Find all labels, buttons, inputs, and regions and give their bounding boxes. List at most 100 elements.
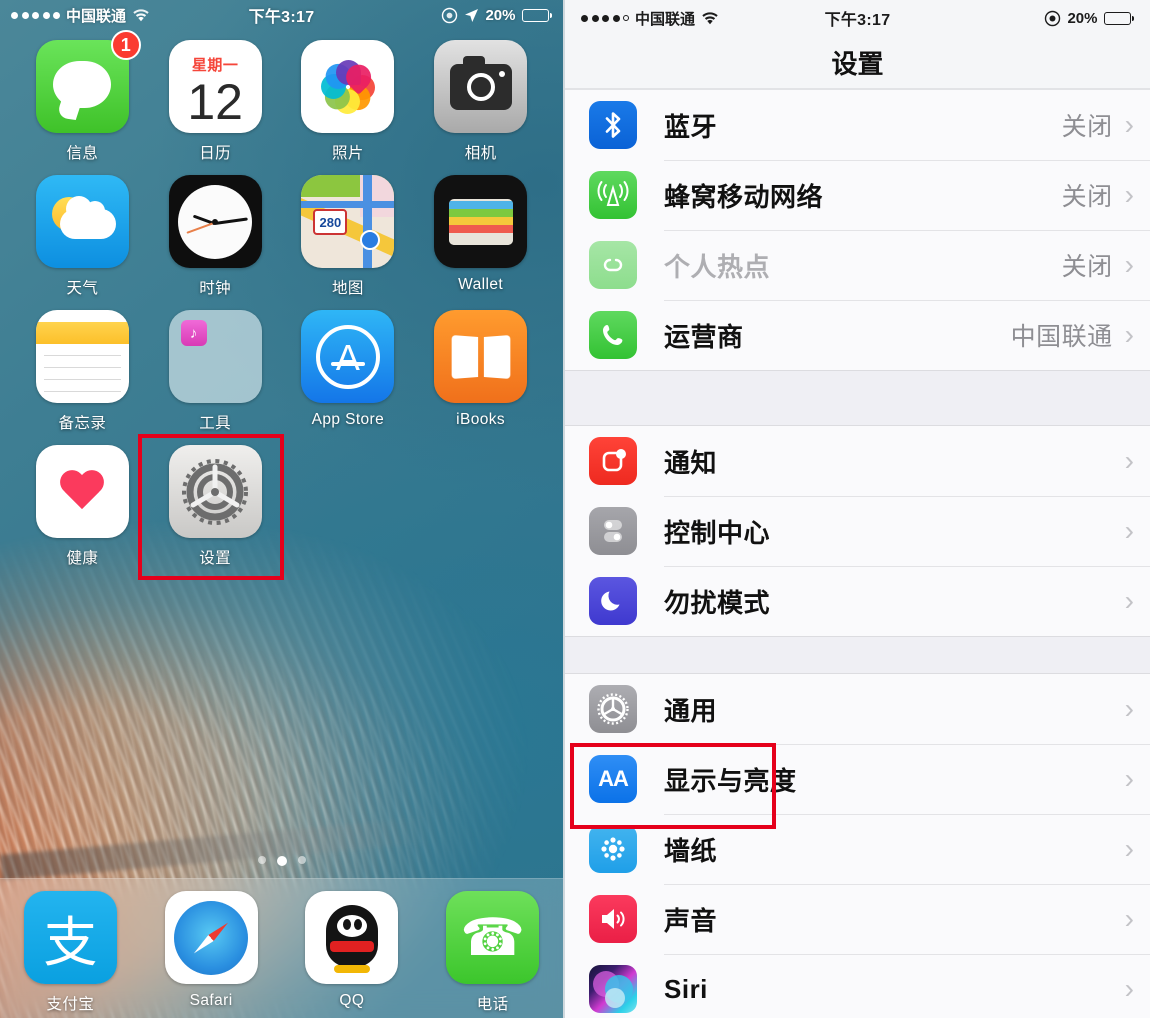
carrier-label: 中国联通 bbox=[66, 7, 127, 25]
settings-status-bar-right: 20% bbox=[1044, 10, 1134, 27]
app-label-health: 健康 bbox=[66, 550, 99, 567]
folder-icon[interactable]: ♪ bbox=[168, 310, 262, 403]
settings-row-hotspot[interactable]: 个人热点 关闭 › bbox=[565, 230, 1150, 300]
settings-group-separator-2 bbox=[565, 636, 1150, 674]
dock-app-safari[interactable]: Safari bbox=[164, 891, 258, 1012]
settings-row-siri[interactable]: Siri › bbox=[565, 954, 1150, 1018]
settings-row-carrier[interactable]: 运营商 中国联通 › bbox=[565, 300, 1150, 370]
appstore-icon[interactable]: A bbox=[301, 310, 395, 403]
iphone-home-screen: 中国联通 下午3:17 20% 1 信息 星期一 12 日历 照片 相机 天气 … bbox=[0, 0, 563, 1018]
settings-row-cellular[interactable]: 蜂窝移动网络 关闭 › bbox=[565, 160, 1150, 230]
settings-row-bluetooth[interactable]: 蓝牙 关闭 › bbox=[565, 90, 1150, 160]
settings-row-display-brightness[interactable]: AA 显示与亮度 › bbox=[565, 744, 1150, 814]
battery-icon bbox=[521, 8, 552, 22]
ibooks-icon[interactable] bbox=[434, 310, 528, 403]
app-wallet[interactable]: Wallet bbox=[414, 171, 547, 300]
calendar-day: 12 bbox=[187, 74, 243, 130]
maps-icon[interactable]: 280 bbox=[301, 175, 395, 268]
app-label-camera: 相机 bbox=[464, 145, 497, 162]
app-label-messages: 信息 bbox=[66, 145, 99, 162]
photos-flower bbox=[316, 55, 380, 119]
app-maps[interactable]: 280 地图 bbox=[282, 171, 415, 300]
app-ibooks[interactable]: iBooks bbox=[414, 306, 547, 435]
settings-value-bluetooth: 关闭 bbox=[1061, 113, 1113, 141]
dock-app-phone[interactable]: ☎ 电话 bbox=[446, 891, 540, 1016]
notifications-icon bbox=[589, 437, 637, 485]
chevron-right-icon: › bbox=[1124, 515, 1134, 546]
app-notes[interactable]: 备忘录 bbox=[16, 306, 149, 435]
dock-app-qq[interactable]: QQ bbox=[305, 891, 399, 1012]
notes-icon[interactable] bbox=[35, 310, 129, 403]
app-appstore[interactable]: A App Store bbox=[282, 306, 415, 435]
clock-icon[interactable] bbox=[168, 175, 262, 268]
chevron-right-icon: › bbox=[1124, 179, 1134, 210]
settings-gear-icon[interactable] bbox=[168, 445, 262, 538]
settings-list[interactable]: 蓝牙 关闭 › 蜂窝移动网络 关闭 › 个人热点 关闭 › 运营商 中国联通 ›… bbox=[565, 90, 1150, 1018]
app-label-alipay: 支付宝 bbox=[46, 996, 95, 1013]
app-clock[interactable]: 时钟 bbox=[149, 171, 282, 300]
page-indicator-dots bbox=[0, 856, 563, 866]
chevron-right-icon: › bbox=[1124, 973, 1134, 1004]
settings-row-general[interactable]: 通用 › bbox=[565, 674, 1150, 744]
home-app-grid: 1 信息 星期一 12 日历 照片 相机 天气 时钟 280 地图 Wallet… bbox=[0, 30, 563, 570]
settings-value-cellular: 关闭 bbox=[1061, 183, 1113, 211]
alipay-icon[interactable]: 支 bbox=[23, 891, 117, 984]
app-label-phone: 电话 bbox=[476, 996, 509, 1013]
dual-panel-screenshot: 中国联通 下午3:17 20% 1 信息 星期一 12 日历 照片 相机 天气 … bbox=[0, 0, 1150, 1018]
calendar-icon[interactable]: 星期一 12 bbox=[168, 40, 262, 133]
app-photos[interactable]: 照片 bbox=[282, 36, 415, 165]
settings-status-bar-left: 中国联通 bbox=[581, 8, 719, 29]
chevron-right-icon: › bbox=[1124, 445, 1134, 476]
bluetooth-icon bbox=[589, 101, 637, 149]
photos-icon[interactable] bbox=[301, 40, 395, 133]
settings-label-general: 通用 bbox=[664, 695, 718, 726]
app-label-ibooks: iBooks bbox=[456, 411, 506, 428]
chevron-right-icon: › bbox=[1124, 109, 1134, 140]
location-arrow-icon bbox=[464, 8, 479, 23]
battery-percent-label: 20% bbox=[1067, 9, 1098, 27]
settings-label-notifications: 通知 bbox=[664, 447, 718, 478]
settings-label-cellular: 蜂窝移动网络 bbox=[664, 181, 824, 212]
app-label-maps: 地图 bbox=[331, 280, 364, 297]
safari-compass-icon[interactable] bbox=[164, 891, 258, 984]
display-icon-glyph: AA bbox=[598, 766, 629, 791]
qq-penguin-icon[interactable] bbox=[305, 891, 399, 984]
settings-row-notifications[interactable]: 通知 › bbox=[565, 426, 1150, 496]
settings-label-carrier: 运营商 bbox=[664, 321, 744, 352]
app-folder-tools[interactable]: ♪ 工具 bbox=[149, 306, 282, 435]
camera-icon[interactable] bbox=[434, 40, 528, 133]
dock-app-alipay[interactable]: 支 支付宝 bbox=[23, 891, 117, 1016]
app-label-weather: 天气 bbox=[66, 280, 99, 297]
carrier-label: 中国联通 bbox=[635, 10, 696, 28]
chevron-right-icon: › bbox=[1124, 763, 1134, 794]
carrier-phone-icon bbox=[589, 311, 637, 359]
settings-group-connectivity: 蓝牙 关闭 › 蜂窝移动网络 关闭 › 个人热点 关闭 › 运营商 中国联通 › bbox=[565, 90, 1150, 370]
siri-icon bbox=[589, 965, 637, 1013]
messages-badge: 1 bbox=[110, 30, 141, 60]
settings-label-siri: Siri bbox=[664, 973, 708, 1004]
settings-row-sounds[interactable]: 声音 › bbox=[565, 884, 1150, 954]
app-label-folder-tools: 工具 bbox=[199, 415, 232, 432]
app-camera[interactable]: 相机 bbox=[414, 36, 547, 165]
health-icon[interactable] bbox=[35, 445, 129, 538]
do-not-disturb-moon-icon bbox=[589, 577, 637, 625]
app-health[interactable]: 健康 bbox=[16, 441, 149, 570]
settings-row-do-not-disturb[interactable]: 勿扰模式 › bbox=[565, 566, 1150, 636]
app-label-photos: 照片 bbox=[331, 145, 364, 162]
settings-row-control-center[interactable]: 控制中心 › bbox=[565, 496, 1150, 566]
settings-row-wallpaper[interactable]: 墙纸 › bbox=[565, 814, 1150, 884]
settings-label-control-center: 控制中心 bbox=[664, 517, 771, 548]
folder-mini-icon: ♪ bbox=[180, 320, 207, 346]
app-calendar[interactable]: 星期一 12 日历 bbox=[149, 36, 282, 165]
signal-strength-dots bbox=[11, 11, 60, 19]
cellular-icon bbox=[589, 171, 637, 219]
chevron-right-icon: › bbox=[1124, 585, 1134, 616]
app-settings[interactable]: 设置 bbox=[149, 441, 282, 570]
wallet-icon[interactable] bbox=[434, 175, 528, 268]
app-weather[interactable]: 天气 bbox=[16, 171, 149, 300]
weather-icon[interactable] bbox=[35, 175, 129, 268]
app-messages[interactable]: 1 信息 bbox=[16, 30, 149, 165]
phone-handset-icon[interactable]: ☎ bbox=[446, 891, 540, 984]
app-label-appstore: App Store bbox=[311, 411, 385, 428]
home-status-bar: 中国联通 下午3:17 20% bbox=[0, 0, 563, 30]
